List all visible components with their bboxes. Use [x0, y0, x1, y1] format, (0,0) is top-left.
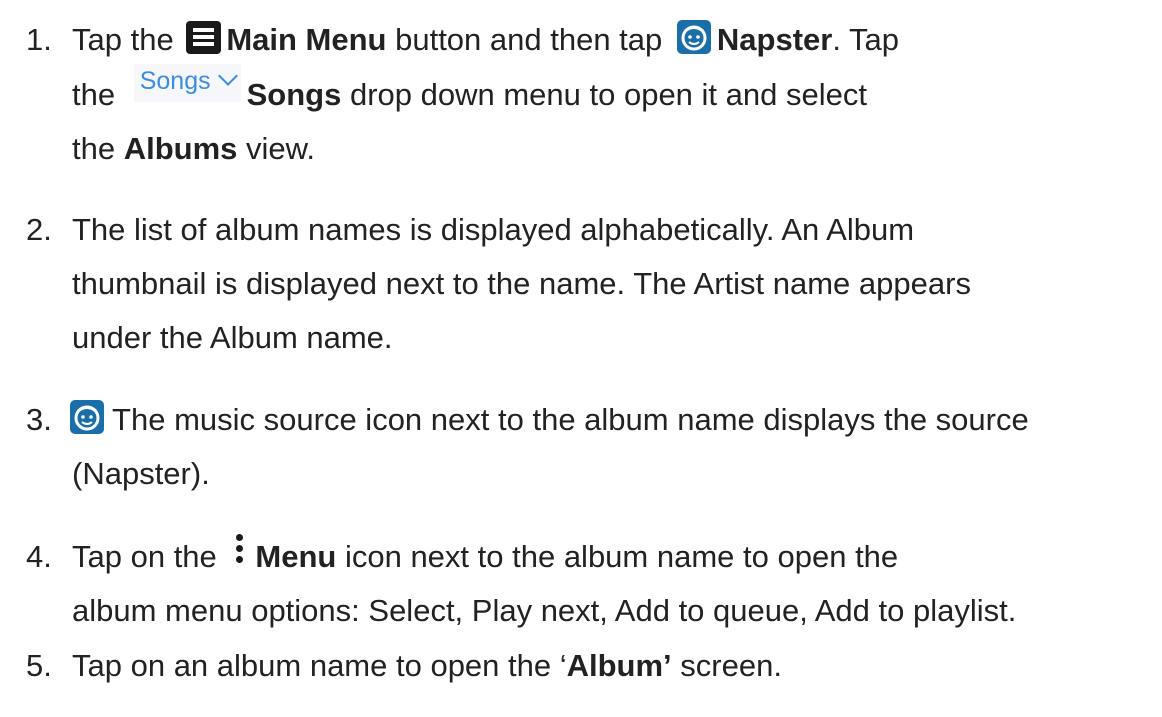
step-number: 5.	[26, 648, 52, 683]
step-1-line-1: Tap the Main Menu button and then tap Na…	[72, 20, 899, 57]
songs-label: Songs	[246, 77, 342, 112]
main-menu-icon	[186, 21, 222, 54]
menu-label: Menu	[255, 539, 337, 574]
step-5-line-1: Tap on an album name to open the ‘Album’…	[72, 648, 782, 683]
step-number: 2.	[26, 212, 52, 247]
step-1-line-2: the Songs Songs drop down menu to open it…	[72, 64, 867, 112]
main-menu-label: Main Menu	[226, 22, 387, 57]
step-number: 1.	[26, 22, 52, 57]
albums-label: Albums	[123, 131, 238, 166]
kebab-menu-icon	[233, 532, 245, 566]
step-number: 3.	[26, 402, 52, 437]
songs-dropdown: Songs	[133, 64, 241, 102]
chevron-down-icon	[217, 66, 238, 86]
napster-icon	[70, 400, 104, 434]
step-4-line-2: album menu options: Select, Play next, A…	[72, 593, 1017, 628]
step-1-line-3: the Albums view.	[72, 131, 315, 166]
step-2-line-1: The list of album names is displayed alp…	[72, 212, 915, 247]
album-label: Album’	[566, 648, 672, 683]
step-2-line-2: thumbnail is displayed next to the name.…	[72, 266, 971, 301]
napster-label: Napster	[716, 22, 833, 57]
step-2-line-3: under the Album name.	[72, 320, 393, 355]
napster-icon	[676, 20, 711, 54]
step-4-line-1: Tap on the Menu icon next to the album n…	[72, 534, 898, 574]
step-3-line-2: (Napster).	[72, 456, 210, 491]
step-number: 4.	[26, 539, 52, 574]
step-3-line-1: The music source icon next to the album …	[70, 400, 1029, 437]
instructions-page: 1. Tap the Main Menu button and then tap…	[0, 0, 1162, 717]
